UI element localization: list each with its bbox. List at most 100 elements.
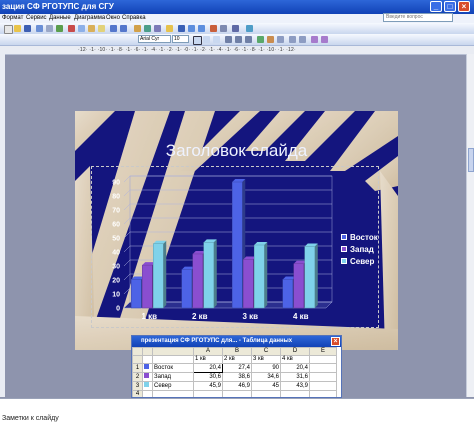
cell[interactable] [309,363,337,373]
notes-pane[interactable]: Заметки к слайду [0,398,474,435]
cell[interactable]: 30,6 [193,372,223,382]
cell[interactable]: 43,9 [280,381,310,391]
legend-label: Запад [350,245,374,254]
cell[interactable]: 45,9 [193,381,223,391]
col-header[interactable] [142,347,153,356]
bar [293,263,304,309]
bar [192,253,203,309]
gridline-side [123,217,131,225]
corner-cell[interactable] [132,347,143,356]
legend-swatch [341,258,347,264]
legend-swatch [341,246,347,252]
bar-side [264,242,268,308]
cell[interactable]: 2 кв [222,355,252,364]
cell[interactable]: Восток [152,363,194,373]
chart-legend[interactable]: Восток Запад Север [338,230,378,268]
datasheet-title-bar[interactable]: презентация СФ РГОТУПС для... - Таблица … [132,336,341,347]
y-tick-label: 70 [112,208,120,215]
series-icon-cell [142,372,153,382]
scrollbar-thumb[interactable] [468,148,474,172]
bar [131,279,142,309]
y-tick-label: 50 [112,236,120,243]
x-tick-label: 3 кв [242,312,258,321]
cell[interactable]: 45 [251,381,281,391]
bar [232,181,243,309]
col-header[interactable]: E [309,347,337,356]
cell[interactable]: 20,4 [280,363,310,373]
cell[interactable] [309,355,337,364]
cell[interactable]: 31,6 [280,372,310,382]
y-tick-label: 30 [112,264,120,271]
cell[interactable]: 1 кв [193,355,223,364]
gridline-side [123,189,131,197]
row-header[interactable]: 3 [132,381,143,391]
cell[interactable] [309,390,337,397]
cell[interactable]: 46,9 [222,381,252,391]
legend-label: Восток [350,233,378,242]
x-tick-label: 1 кв [141,312,157,321]
cell[interactable]: 90 [251,363,281,373]
y-tick-label: 20 [112,278,120,285]
col-header[interactable] [152,347,194,356]
cell[interactable] [280,390,310,397]
datasheet-title: презентация СФ РГОТУПС для... - Таблица … [141,338,293,344]
gridline-side [123,273,131,281]
gridline-side [123,175,131,183]
gridline-side [123,287,131,295]
col-header[interactable]: C [251,347,281,356]
bar [304,246,315,309]
cell[interactable] [142,355,153,364]
series-bar-icon [144,373,149,378]
bar [254,244,265,309]
y-tick-label: 80 [112,194,120,201]
datasheet-window[interactable]: презентация СФ РГОТУПС для... - Таблица … [131,335,342,398]
bar-side [213,239,217,308]
y-tick-label: 60 [112,222,120,229]
col-header[interactable]: A [193,347,223,356]
cell[interactable]: 34,6 [251,372,281,382]
col-header[interactable]: B [222,347,252,356]
cell[interactable]: 27,4 [222,363,252,373]
bar [181,269,192,309]
series-icon-cell [142,363,153,373]
x-tick-label: 2 кв [192,312,208,321]
cell[interactable] [152,390,194,397]
series-bar-icon [144,364,149,369]
cell[interactable] [222,390,252,397]
row-header[interactable] [132,355,143,364]
cell[interactable]: 3 кв [251,355,281,364]
cell[interactable]: 4 кв [280,355,310,364]
notes-placeholder: Заметки к слайду [2,415,59,422]
cell[interactable] [193,390,223,397]
cell[interactable]: Запад [152,372,194,382]
bar [142,264,153,309]
row-header[interactable]: 2 [132,372,143,382]
cell[interactable] [251,390,281,397]
bar [243,259,254,309]
col-header[interactable]: D [280,347,310,356]
bar [153,243,164,309]
row-header[interactable]: 1 [132,363,143,373]
datasheet-grid: A B C D E 1 кв 2 кв 3 кв 4 кв 1 Восток 2… [132,347,337,397]
legend-label: Север [350,257,375,266]
cell[interactable] [142,390,153,397]
datasheet-close-icon[interactable]: × [331,337,340,346]
cell[interactable]: 38,6 [222,372,252,382]
bar [203,242,214,309]
y-tick-label: 0 [116,306,120,313]
cell[interactable] [309,381,337,391]
legend-swatch [341,234,347,240]
vertical-scrollbar[interactable] [466,54,474,397]
gridline-side [123,259,131,267]
y-tick-label: 10 [112,292,120,299]
cell[interactable] [152,355,194,364]
row-header[interactable]: 4 [132,390,143,397]
bar [282,279,293,309]
gridline-side [123,231,131,239]
gridline-side [123,203,131,211]
y-tick-label: 90 [112,180,120,187]
cell[interactable]: Север [152,381,194,391]
cell[interactable]: 20,4 [193,363,223,373]
gridline-side [123,245,131,253]
cell[interactable] [309,372,337,382]
